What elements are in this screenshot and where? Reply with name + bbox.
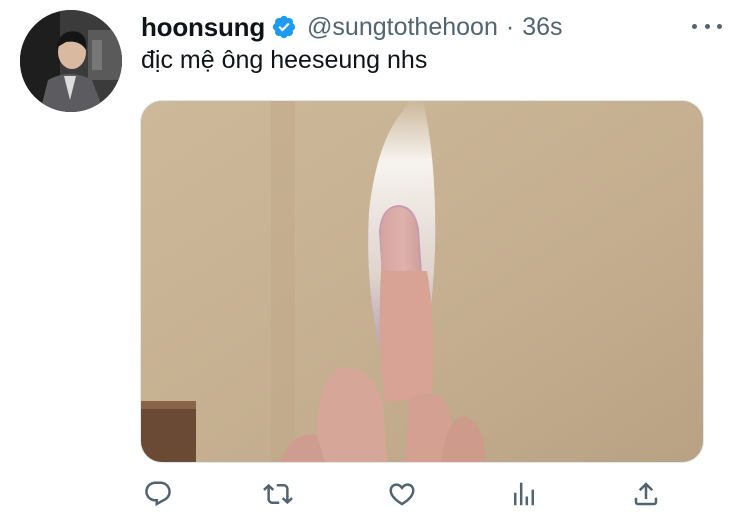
timestamp[interactable]: 36s bbox=[522, 13, 562, 42]
retweet-icon[interactable] bbox=[258, 474, 298, 514]
user-handle[interactable]: @sungtothehoon bbox=[307, 13, 498, 42]
tweet: hoonsung @sungtothehoon · 36s địc mệ ông… bbox=[0, 0, 750, 521]
tweet-actions-bar bbox=[0, 474, 750, 514]
display-name[interactable]: hoonsung bbox=[141, 12, 265, 43]
avatar[interactable] bbox=[20, 10, 122, 112]
tweet-header: hoonsung @sungtothehoon · 36s bbox=[141, 10, 563, 44]
like-icon[interactable] bbox=[382, 474, 422, 514]
share-icon[interactable] bbox=[626, 474, 666, 514]
tweet-media-image[interactable] bbox=[140, 100, 704, 463]
verified-badge-icon bbox=[271, 14, 297, 40]
analytics-icon[interactable] bbox=[504, 474, 544, 514]
more-options-icon[interactable] bbox=[692, 14, 722, 38]
tweet-text: địc mệ ông heeseung nhs bbox=[141, 46, 428, 74]
separator-dot: · bbox=[505, 12, 515, 41]
reply-icon[interactable] bbox=[138, 474, 178, 514]
